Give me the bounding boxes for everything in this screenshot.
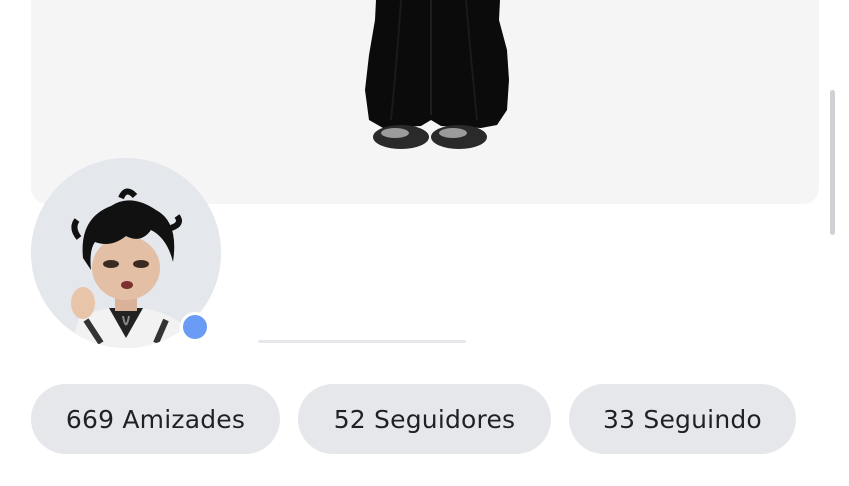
followers-button[interactable]: 52 Seguidores <box>298 384 551 454</box>
friends-button[interactable]: 669 Amizades <box>31 384 280 454</box>
display-name-placeholder <box>258 340 466 343</box>
followers-label: 52 Seguidores <box>333 404 516 434</box>
scrollbar[interactable] <box>830 90 835 235</box>
profile-stats: 669 Amizades 52 Seguidores 33 Seguindo <box>31 384 796 454</box>
following-button[interactable]: 33 Seguindo <box>569 384 796 454</box>
avatar-fullbody-image <box>365 0 509 149</box>
profile-page: 669 Amizades 52 Seguidores 33 Seguindo <box>0 0 849 486</box>
online-presence-dot <box>180 312 210 342</box>
following-label: 33 Seguindo <box>603 404 762 434</box>
friends-label: 669 Amizades <box>65 404 246 434</box>
